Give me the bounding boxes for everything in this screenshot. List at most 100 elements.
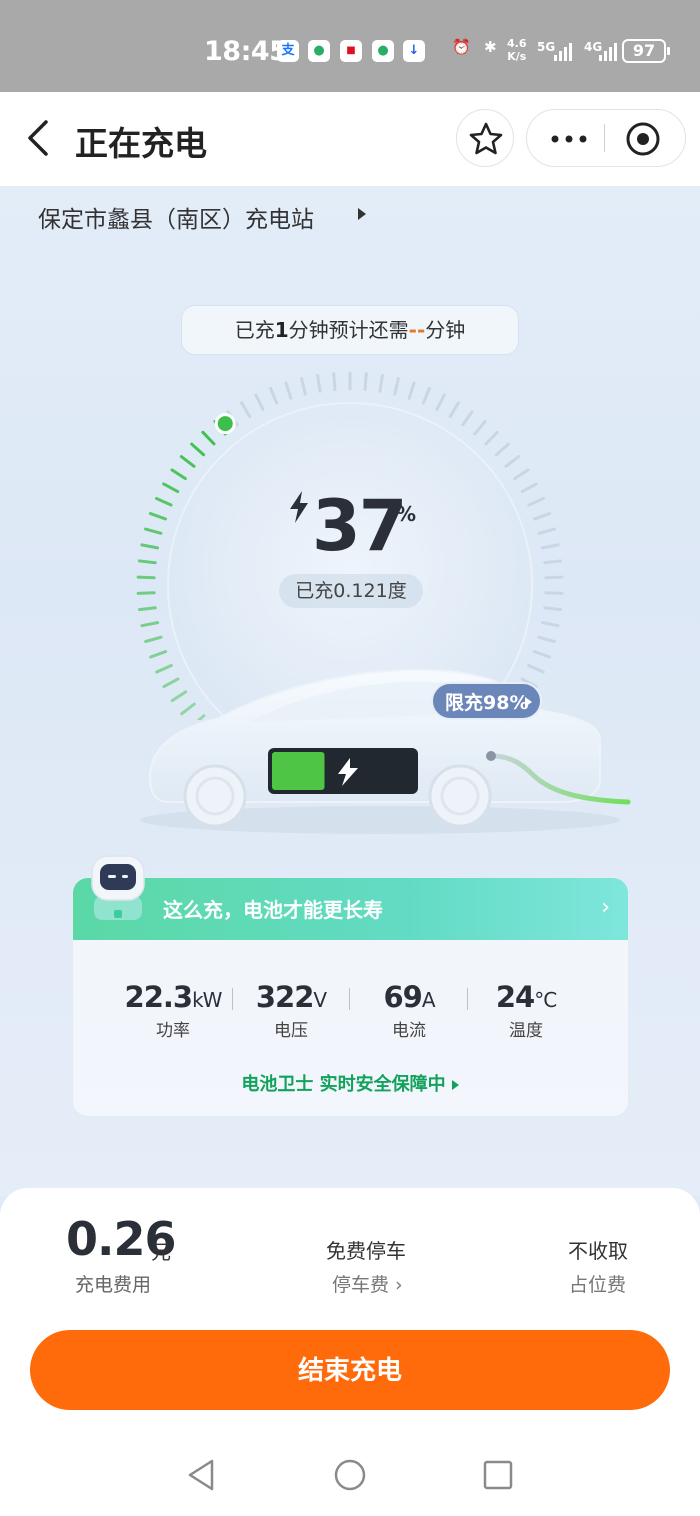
gauge-tick xyxy=(170,468,187,481)
signal-4g-icon xyxy=(599,43,617,61)
charge-limit-button[interactable]: 限充98% xyxy=(431,682,542,720)
robot-mascot-icon xyxy=(91,855,145,920)
gauge-tick xyxy=(533,512,552,521)
gauge-tick xyxy=(504,455,521,468)
back-triangle-icon[interactable] xyxy=(186,1458,216,1492)
percent-sign: % xyxy=(396,502,417,526)
target-icon[interactable] xyxy=(625,121,661,157)
gauge-tick xyxy=(316,373,322,393)
metric-label: 电流 xyxy=(392,1021,426,1041)
elapsed-minutes: 1 xyxy=(274,318,289,342)
favorite-button[interactable] xyxy=(456,109,514,167)
gauge-tick xyxy=(137,559,157,565)
battery-guard-link[interactable]: 电池卫士 实时安全保障中 xyxy=(0,1070,700,1096)
gauge-tick xyxy=(144,527,163,535)
lightning-icon xyxy=(290,491,308,523)
battery-icon xyxy=(268,748,418,794)
net-speed-unit: K/s xyxy=(507,50,527,63)
metric-value: 22.3 xyxy=(124,980,194,1014)
home-circle-icon[interactable] xyxy=(334,1459,366,1491)
metric-unit: kW xyxy=(192,988,222,1012)
time-estimate: 已充1分钟预计还需--分钟 xyxy=(181,305,519,355)
metric-voltage: 322V 电压 xyxy=(231,980,351,1041)
gauge-tick xyxy=(190,442,206,457)
triangle-right-icon xyxy=(525,697,532,707)
chevron-right-icon: › xyxy=(601,895,610,920)
alarm-icon: ⏰ xyxy=(452,38,471,56)
metric-temperature: 24°C 温度 xyxy=(466,980,586,1041)
metric-current: 69A 电流 xyxy=(349,980,469,1041)
metric-power: 22.3kW 功率 xyxy=(113,980,233,1041)
gauge-tick xyxy=(543,606,563,612)
wechat-icon: ● xyxy=(308,40,330,62)
gauge-tick xyxy=(532,650,551,659)
star-icon xyxy=(469,122,503,155)
remaining-minutes: -- xyxy=(408,318,426,342)
metric-unit: V xyxy=(313,988,327,1012)
gauge-tick xyxy=(407,381,416,400)
occupancy-label: 占位费 xyxy=(569,1274,627,1296)
gauge-tick xyxy=(543,559,563,565)
net-speed: 4.6 K/s xyxy=(507,37,527,63)
gauge-tick xyxy=(448,401,460,419)
parking-value: 免费停车 xyxy=(326,1239,406,1263)
parking-fee-link[interactable]: 停车费 › xyxy=(332,1270,403,1297)
gauge-tick xyxy=(544,575,564,580)
download-icon: ↓ xyxy=(403,40,425,62)
charge-fee-unit: 元 xyxy=(151,1240,171,1264)
gauge-tick xyxy=(544,591,564,595)
gauge-tick xyxy=(144,635,163,643)
more-icon[interactable] xyxy=(549,130,589,148)
elapsed-mid: 分钟预计还需 xyxy=(288,318,409,342)
net-speed-value: 4.6 xyxy=(507,37,527,50)
clock: 18:45 xyxy=(204,36,288,67)
gauge-tick xyxy=(527,496,546,507)
gauge-tick xyxy=(540,621,560,628)
gauge-tick xyxy=(393,377,400,396)
headline-icon: ■ xyxy=(340,40,362,62)
metric-label: 温度 xyxy=(509,1021,543,1041)
gauge-tick xyxy=(284,381,293,400)
gauge-tick xyxy=(240,401,252,419)
gauge-tick xyxy=(537,635,556,643)
recents-square-icon[interactable] xyxy=(483,1460,513,1490)
gauge-tick xyxy=(140,621,160,628)
remaining-suffix: 分钟 xyxy=(425,318,466,342)
gauge-tick xyxy=(378,373,384,393)
gauge-tick xyxy=(162,482,180,494)
gauge-tick xyxy=(332,372,337,392)
charge-percent: 37 xyxy=(312,485,407,567)
battery-icon: 97 xyxy=(622,39,670,63)
page-title: 正在充电 xyxy=(75,124,207,163)
gauge-tick xyxy=(140,543,160,550)
gauge-tick xyxy=(484,430,499,446)
metric-label: 电压 xyxy=(274,1021,308,1041)
menu-capsule xyxy=(526,109,686,167)
triangle-right-icon xyxy=(451,1080,459,1090)
station-name[interactable]: 保定市蠡县（南区）充电站 xyxy=(38,200,314,234)
tip-headline: 这么充，电池才能更长寿 xyxy=(163,898,383,922)
stop-charging-button[interactable]: 结束充电 xyxy=(30,1330,670,1410)
occupancy-value: 不收取 xyxy=(568,1239,628,1263)
gauge-tick xyxy=(494,442,510,457)
gauge-tick xyxy=(537,527,556,535)
gauge-tick xyxy=(435,393,446,411)
gauge-tick xyxy=(513,468,530,481)
gauge-tick xyxy=(363,372,368,392)
gauge-tick xyxy=(154,496,173,507)
gauge-tick xyxy=(179,455,196,468)
gauge-tick xyxy=(540,543,560,550)
gauge-tick xyxy=(136,575,156,580)
elapsed-prefix: 已充 xyxy=(234,318,275,342)
gauge-tick xyxy=(300,377,307,396)
chevron-left-icon[interactable] xyxy=(18,116,58,160)
gauge-tick xyxy=(520,482,538,494)
car-illustration xyxy=(140,668,631,834)
charge-fee-label: 充电费用 xyxy=(75,1274,152,1296)
energy-charged: 已充0.121度 xyxy=(279,574,423,608)
gauge-tick xyxy=(461,410,474,427)
tip-banner[interactable]: 这么充，电池才能更长寿 › xyxy=(73,878,628,940)
station-arrow-icon xyxy=(358,208,366,220)
charge-limit-label: 限充98% xyxy=(445,692,529,714)
gauge-tick xyxy=(148,512,167,521)
